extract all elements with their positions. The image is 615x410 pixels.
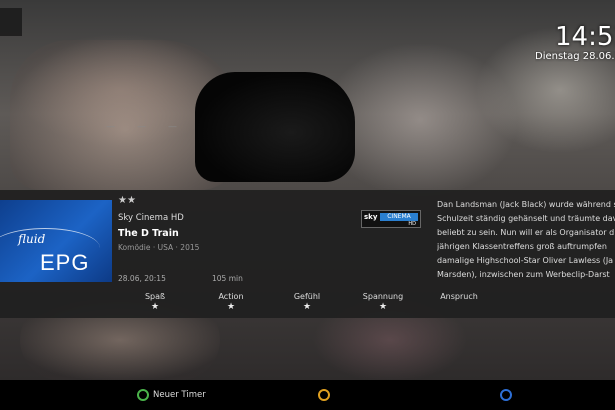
fluid-epg-logo: fluid EPG [0, 200, 112, 282]
description-line: jährigen Klassentreffens groß auftrumpfe… [437, 242, 607, 251]
description-line: beliebt zu sein. Nun will er als Organis… [437, 228, 615, 237]
event-duration: 105 min [212, 274, 243, 283]
blue-button-icon[interactable] [500, 389, 512, 401]
mood-spass: Spaß ★ [120, 292, 190, 313]
corner-tab [0, 8, 22, 36]
mood-star-icon: ★ [226, 302, 236, 312]
channel-logo-hd: HD [408, 221, 416, 227]
channel-logo-sky: sky [364, 213, 378, 221]
green-button-icon[interactable] [137, 389, 149, 401]
mood-star-icon: ★ [302, 302, 312, 312]
background-binocular [195, 72, 355, 182]
logo-name: EPG [40, 250, 90, 275]
new-timer-button[interactable]: Neuer Timer [153, 389, 206, 401]
button-bar [0, 380, 615, 410]
clock-time: 14:51 [555, 22, 615, 52]
clock-date: Dienstag 28.06.2016 [535, 51, 615, 62]
mood-label: Action [218, 292, 244, 301]
mood-star-icon: ★ [150, 302, 160, 312]
mood-gefuehl: Gefühl ★ [272, 292, 342, 313]
event-genre-meta: Komödie · USA · 2015 [118, 243, 200, 252]
mood-label: Spannung [362, 292, 404, 301]
channel-name: Sky Cinema HD [118, 213, 184, 223]
description-line: Marsden), inzwischen zum Werbeclip-Darst [437, 270, 610, 279]
mood-spannung: Spannung ★ [348, 292, 418, 313]
event-description: Dan Landsman (Jack Black) wurde während … [437, 198, 615, 308]
description-line: Schulzeit ständig gehänselt und träumte … [437, 214, 615, 223]
event-title: The D Train [118, 228, 179, 239]
event-datetime: 28.06, 20:15 [118, 274, 166, 283]
event-rating-stars: ★★ [118, 195, 136, 206]
mood-label: Gefühl [293, 292, 321, 301]
loading-dashes: ——— [106, 122, 199, 132]
logo-script-text: fluid [18, 232, 46, 246]
mood-action: Action ★ [196, 292, 266, 313]
channel-logo-cinema: CINEMA [380, 213, 418, 221]
channel-logo: sky CINEMA HD [361, 210, 421, 228]
description-line: Dan Landsman (Jack Black) wurde während … [437, 200, 615, 209]
description-line: damalige Highschool-Star Oliver Lawless … [437, 256, 614, 265]
mood-star-icon: ★ [378, 302, 388, 312]
yellow-button-icon[interactable] [318, 389, 330, 401]
mood-label: Spaß [144, 292, 166, 301]
